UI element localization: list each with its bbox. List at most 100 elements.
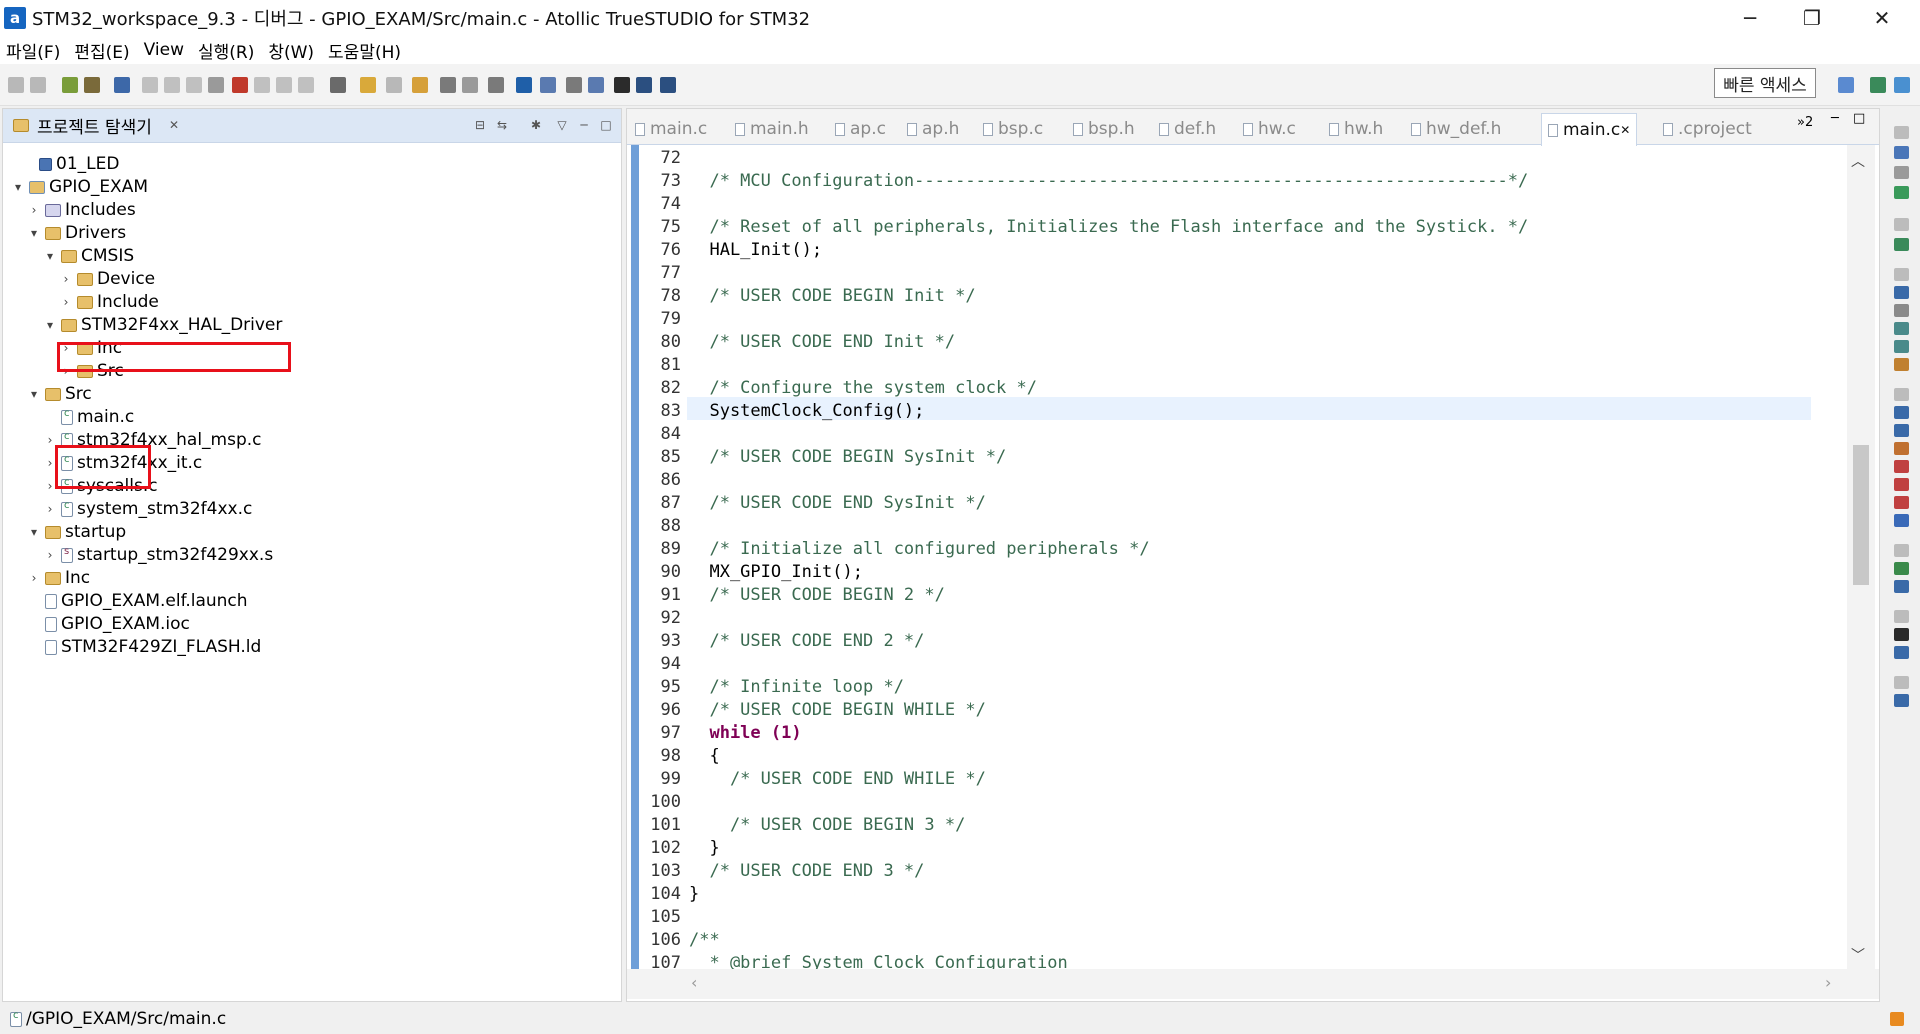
- chevron-down-icon[interactable]: ▾: [11, 180, 25, 194]
- notification-icon[interactable]: [1890, 1012, 1904, 1026]
- minimize-button[interactable]: ─: [1720, 0, 1780, 36]
- code-line[interactable]: 79: [641, 308, 689, 331]
- scroll-left-icon[interactable]: ‹: [691, 973, 697, 992]
- code-line[interactable]: 74: [641, 193, 689, 216]
- explorer-title[interactable]: 프로젝트 탐색기: [37, 113, 152, 138]
- terminate-icon[interactable]: [208, 77, 224, 93]
- close-tab-icon[interactable]: ✕: [1620, 123, 1630, 137]
- scroll-up-icon[interactable]: ︿: [1851, 151, 1865, 171]
- sfr-icon[interactable]: [1894, 460, 1909, 473]
- memory-icon[interactable]: [1894, 358, 1909, 371]
- code-line[interactable]: 96 /* USER CODE BEGIN WHILE */: [641, 699, 986, 722]
- fault-analyzer-icon[interactable]: [1894, 478, 1909, 491]
- instruction-step-icon[interactable]: [330, 77, 346, 93]
- code-line[interactable]: 101 /* USER CODE BEGIN 3 */: [641, 814, 965, 837]
- table-icon[interactable]: [1894, 186, 1909, 199]
- search-icon[interactable]: [1894, 166, 1909, 179]
- chevron-down-icon[interactable]: ▾: [27, 387, 41, 401]
- code-line[interactable]: 107 * @brief System Clock Configuration: [641, 952, 1067, 969]
- tab--cproject[interactable]: .cproject: [1663, 115, 1752, 143]
- chevron-right-icon[interactable]: ›: [59, 272, 73, 286]
- code-line[interactable]: 98 {: [641, 745, 720, 768]
- code-line[interactable]: 78 /* USER CODE BEGIN Init */: [641, 285, 976, 308]
- code-line[interactable]: 94: [641, 653, 689, 676]
- code-line[interactable]: 106 /**: [641, 929, 719, 952]
- back-icon[interactable]: [412, 77, 428, 93]
- chevron-down-icon[interactable]: ▾: [43, 249, 57, 263]
- code-line[interactable]: 93 /* USER CODE END 2 */: [641, 630, 925, 653]
- layout-icon[interactable]: [588, 77, 604, 93]
- forward-icon[interactable]: [462, 77, 478, 93]
- menu-window[interactable]: 창(W): [268, 38, 314, 63]
- code-line[interactable]: 83 SystemClock_Config();: [641, 400, 925, 423]
- suspend-icon[interactable]: [186, 77, 202, 93]
- prev-edit-icon[interactable]: [386, 77, 402, 93]
- quick-access-input[interactable]: 빠른 액세스: [1714, 68, 1816, 98]
- chevron-right-icon[interactable]: ›: [43, 548, 57, 562]
- code-line[interactable]: 87 /* USER CODE END SysInit */: [641, 492, 986, 515]
- code-line[interactable]: 72: [641, 147, 689, 170]
- restore-icon[interactable]: [1894, 388, 1909, 401]
- step-return-icon[interactable]: [298, 77, 314, 93]
- breakpoints-icon[interactable]: [1894, 286, 1909, 299]
- scroll-down-icon[interactable]: ﹀: [1851, 945, 1865, 965]
- trace-icon[interactable]: [1894, 562, 1909, 575]
- code-line[interactable]: 103 /* USER CODE END 3 */: [641, 860, 924, 883]
- window-icon[interactable]: [540, 77, 556, 93]
- vertical-scrollbar[interactable]: ︿ ﹀: [1847, 145, 1875, 969]
- terminal-icon[interactable]: [114, 77, 130, 93]
- swv-icon[interactable]: [1894, 496, 1909, 509]
- open-type-icon[interactable]: [360, 77, 376, 93]
- perspective-open-icon[interactable]: [1838, 77, 1854, 93]
- tab-ap-c[interactable]: ap.c: [835, 115, 886, 143]
- close-button[interactable]: ✕: [1852, 0, 1912, 36]
- chevron-down-icon[interactable]: ▾: [27, 525, 41, 539]
- tasks-icon[interactable]: [1894, 442, 1909, 455]
- tab-main-c[interactable]: main.c: [635, 115, 707, 143]
- tab-hw-c[interactable]: hw.c: [1243, 115, 1296, 143]
- debug-icon[interactable]: [1894, 238, 1909, 251]
- restore-icon[interactable]: [1894, 218, 1909, 231]
- tab-main-h[interactable]: main.h: [735, 115, 809, 143]
- code-line[interactable]: 91 /* USER CODE BEGIN 2 */: [641, 584, 945, 607]
- code-line[interactable]: 86: [641, 469, 689, 492]
- tab-bsp-c[interactable]: bsp.c: [983, 115, 1043, 143]
- chevron-right-icon[interactable]: ›: [27, 203, 41, 217]
- expressions-icon[interactable]: [1894, 322, 1909, 335]
- window-dropdown-icon[interactable]: [566, 77, 582, 93]
- variables-icon[interactable]: [1894, 304, 1909, 317]
- stack-analysis-icon[interactable]: [1894, 646, 1909, 659]
- restore-icon[interactable]: [1894, 126, 1909, 139]
- menu-file[interactable]: 파일(F): [6, 38, 60, 63]
- build-analyzer-icon[interactable]: [1894, 628, 1909, 641]
- chevron-down-icon[interactable]: ▾: [27, 226, 41, 240]
- perspective-cpp-icon[interactable]: [1870, 77, 1886, 93]
- minimize-view-icon[interactable]: ─: [577, 118, 591, 132]
- tab-overflow-button[interactable]: »2: [1797, 115, 1813, 130]
- code-line[interactable]: 77: [641, 262, 689, 285]
- tab-def-h[interactable]: def.h: [1159, 115, 1216, 143]
- code-line[interactable]: 84: [641, 423, 689, 446]
- tree-item[interactable]: STM32F429ZI_FLASH.ld: [27, 634, 261, 660]
- build-icon[interactable]: [62, 77, 78, 93]
- tab-main-c-active[interactable]: main.c ✕: [1541, 113, 1638, 146]
- forward-dropdown-icon[interactable]: [488, 77, 504, 93]
- chevron-right-icon[interactable]: ›: [59, 295, 73, 309]
- menu-help[interactable]: 도움말(H): [328, 38, 401, 63]
- timeline-icon[interactable]: [1894, 580, 1909, 593]
- scroll-right-icon[interactable]: ›: [1825, 973, 1831, 992]
- collapse-all-icon[interactable]: ⊟: [473, 118, 487, 132]
- code-line[interactable]: 80 /* USER CODE END Init */: [641, 331, 956, 354]
- outline-icon[interactable]: [1894, 146, 1909, 159]
- view-menu-icon[interactable]: ▽: [555, 118, 569, 132]
- code-area[interactable]: 72 73 /* MCU Configuration---------------…: [627, 145, 1879, 969]
- minimize-editor-icon[interactable]: ─: [1831, 111, 1839, 126]
- layout-dropdown-icon[interactable]: [614, 77, 630, 93]
- restore-icon[interactable]: [1894, 268, 1909, 281]
- registers-icon[interactable]: [1894, 340, 1909, 353]
- chevron-right-icon[interactable]: ›: [27, 571, 41, 585]
- chevron-down-icon[interactable]: ▾: [43, 318, 57, 332]
- info-icon[interactable]: [516, 77, 532, 93]
- code-line[interactable]: 85 /* USER CODE BEGIN SysInit */: [641, 446, 1007, 469]
- back-dropdown-icon[interactable]: [440, 77, 456, 93]
